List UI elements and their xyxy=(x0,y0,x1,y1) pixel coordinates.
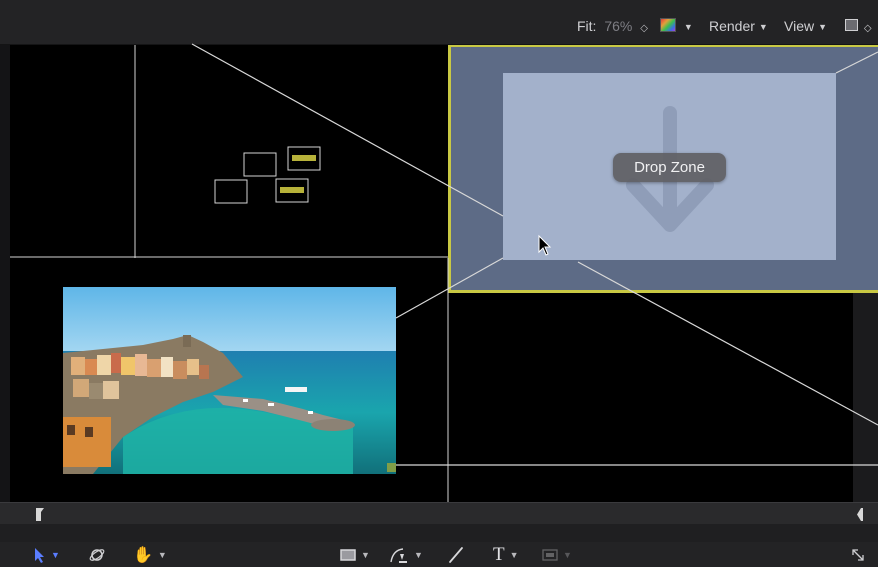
fit-zoom-control[interactable]: Fit: 76% ◇ xyxy=(577,16,648,36)
end-marker-icon[interactable] xyxy=(857,508,863,521)
chevron-down-icon: ▼ xyxy=(414,550,423,560)
tools-toolbar: ▼ ✋ ▼ ▼ ▼ T ▼ ▼ xyxy=(0,542,878,567)
3d-transform-icon xyxy=(89,549,105,561)
drop-zone-label: Drop Zone xyxy=(613,153,726,182)
pan-tool[interactable]: ✋ ▼ xyxy=(133,545,167,565)
text-icon: T xyxy=(493,544,505,565)
hand-icon: ✋ xyxy=(133,547,153,564)
stepper-icon[interactable]: ◇ xyxy=(640,23,648,34)
mask-tool[interactable]: ▼ xyxy=(542,545,572,565)
chevron-down-icon: ▼ xyxy=(509,550,519,560)
fit-value: 76% xyxy=(604,18,633,34)
fullscreen-button[interactable] xyxy=(850,545,866,565)
layout-icon xyxy=(845,19,858,32)
color-channels-menu[interactable]: ▼ xyxy=(660,16,693,36)
paint-tool[interactable] xyxy=(448,545,464,565)
arrow-select-icon xyxy=(35,548,44,563)
mini-timeline[interactable] xyxy=(0,502,878,525)
select-tool[interactable]: ▼ xyxy=(34,545,60,565)
playhead-start-icon[interactable] xyxy=(36,508,44,521)
paint-stroke-icon xyxy=(449,547,463,563)
layout-menu[interactable]: ◇ xyxy=(845,16,872,36)
chevron-down-icon: ▼ xyxy=(683,22,693,32)
shape-tool[interactable]: ▼ xyxy=(340,545,370,565)
color-channels-icon xyxy=(660,18,676,33)
orbit-tool[interactable] xyxy=(88,545,106,565)
render-menu[interactable]: Render ▼ xyxy=(709,16,768,36)
text-tool[interactable]: T ▼ xyxy=(493,544,519,565)
rectangle-icon xyxy=(340,549,356,561)
render-label: Render xyxy=(709,18,755,34)
viewer-toolbar: Fit: 76% ◇ ▼ Render ▼ View ▼ ◇ xyxy=(0,0,878,45)
coastal-village-photo[interactable] xyxy=(63,287,396,474)
stepper-icon: ◇ xyxy=(863,23,872,34)
mask-icon xyxy=(542,549,558,561)
chevron-down-icon: ▼ xyxy=(51,550,60,560)
view-label: View xyxy=(784,18,815,34)
chevron-down-icon: ▼ xyxy=(157,550,167,560)
expand-icon xyxy=(852,549,864,561)
bezier-tool[interactable]: ▼ xyxy=(389,545,423,565)
timeline-spacer xyxy=(0,524,878,542)
chevron-down-icon: ▼ xyxy=(758,22,768,32)
chevron-down-icon: ▼ xyxy=(563,550,572,560)
chevron-down-icon: ▼ xyxy=(818,22,828,32)
pen-icon xyxy=(390,548,407,563)
fit-label: Fit: xyxy=(577,18,597,34)
chevron-down-icon: ▼ xyxy=(361,550,370,560)
view-menu[interactable]: View ▼ xyxy=(784,16,827,36)
